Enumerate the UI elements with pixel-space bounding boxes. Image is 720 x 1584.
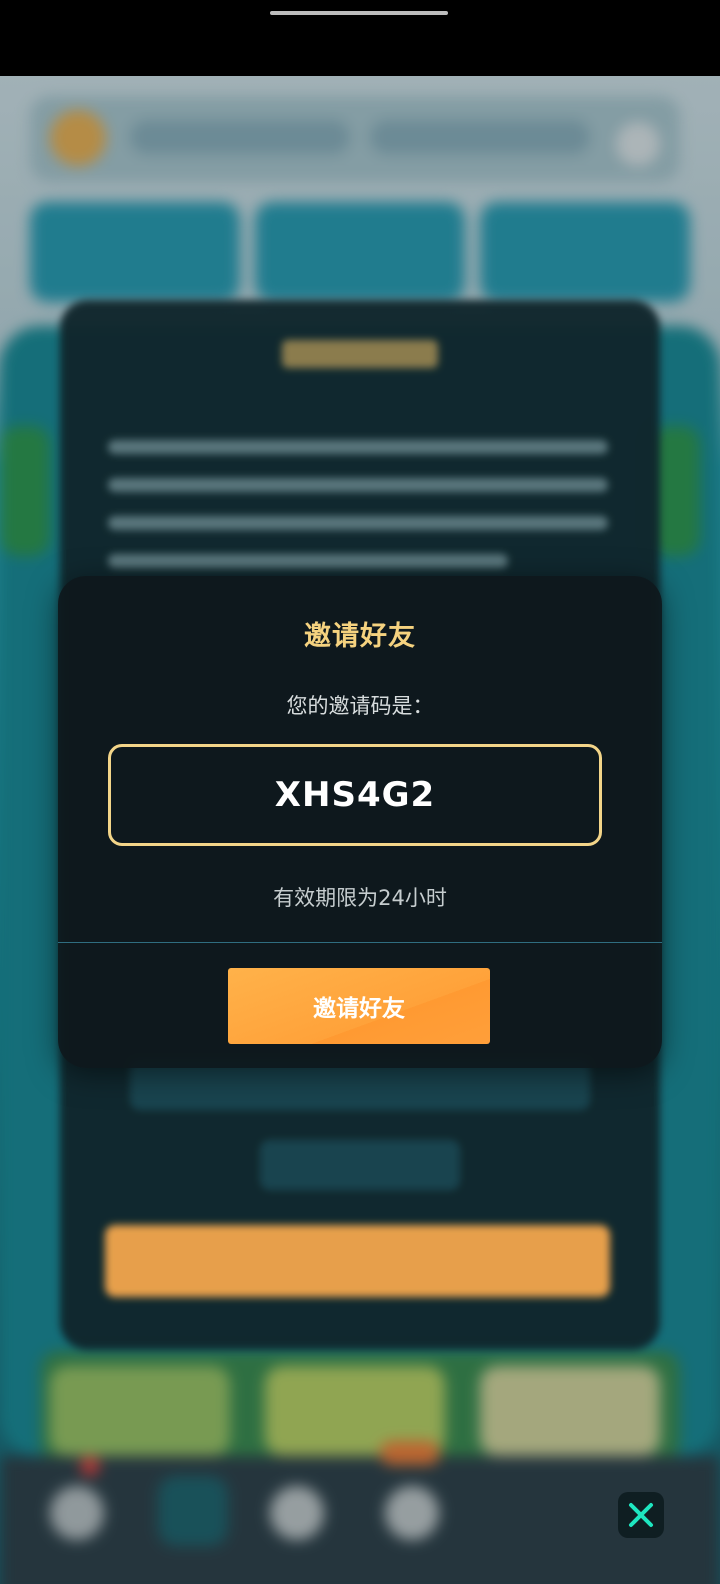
- dialog-title: 邀请好友: [304, 621, 416, 652]
- underlying-text-line: [108, 516, 608, 530]
- underlying-text-line: [108, 440, 608, 454]
- underlying-row: [260, 1140, 460, 1190]
- invite-friends-button[interactable]: 邀请好友: [228, 968, 490, 1044]
- underlying-text-line: [108, 478, 608, 492]
- validity-note: 有效期限为24小时: [273, 886, 447, 910]
- invite-code-box[interactable]: XHS4G2: [108, 744, 602, 846]
- underlying-dialog-button: [105, 1225, 610, 1297]
- status-bar: [0, 0, 720, 76]
- gesture-handle: [270, 11, 448, 15]
- close-x-icon: [629, 1503, 653, 1527]
- dialog-divider: [58, 942, 662, 943]
- invite-code-prompt: 您的邀请码是：: [286, 694, 434, 718]
- underlying-dialog-title: [282, 340, 438, 368]
- underlying-text-line: [108, 554, 508, 568]
- close-button[interactable]: [618, 1492, 664, 1538]
- invite-friends-dialog: 邀请好友 您的邀请码是： XHS4G2 有效期限为24小时 邀请好友: [58, 576, 662, 1068]
- invite-code: XHS4G2: [274, 775, 436, 815]
